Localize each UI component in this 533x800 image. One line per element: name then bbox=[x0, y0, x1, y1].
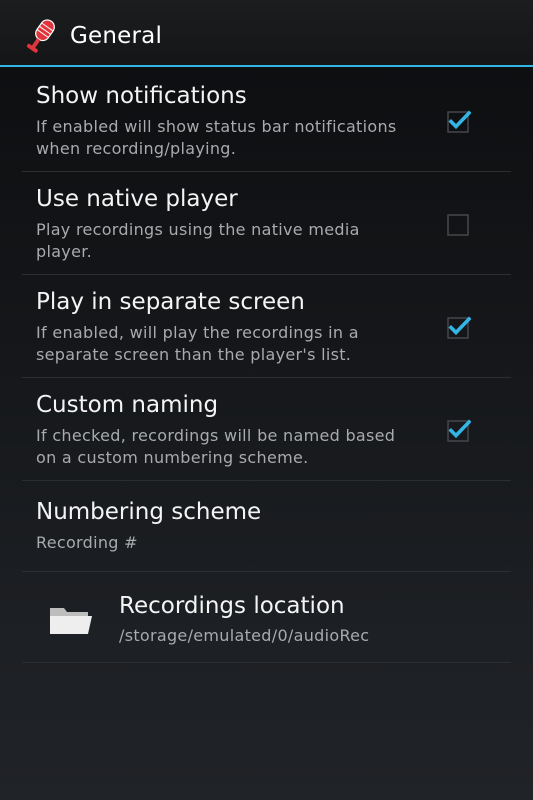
pref-title: Custom naming bbox=[36, 392, 219, 418]
pref-summary: If checked, recordings will be named bas… bbox=[36, 426, 396, 467]
pref-recordings-location[interactable]: Recordings location /storage/emulated/0/… bbox=[0, 572, 533, 663]
pref-numbering-scheme[interactable]: Numbering scheme Recording # bbox=[0, 481, 533, 572]
checkmark-icon bbox=[447, 110, 471, 133]
preferences-list: Show notifications If enabled will show … bbox=[0, 69, 533, 663]
checkmark-icon bbox=[447, 316, 471, 339]
divider bbox=[22, 662, 511, 663]
show-notifications-checkbox[interactable] bbox=[447, 109, 471, 133]
page-title: General bbox=[70, 23, 163, 49]
folder-icon bbox=[50, 608, 92, 634]
action-bar: General bbox=[0, 0, 533, 67]
action-bar-divider bbox=[0, 65, 533, 67]
play-in-separate-screen-checkbox[interactable] bbox=[447, 315, 471, 339]
pref-show-notifications[interactable]: Show notifications If enabled will show … bbox=[0, 69, 533, 172]
pref-title: Play in separate screen bbox=[36, 289, 305, 315]
custom-naming-checkbox[interactable] bbox=[447, 418, 471, 442]
microphone-icon[interactable] bbox=[24, 16, 58, 56]
pref-title: Use native player bbox=[36, 186, 238, 212]
pref-summary: If enabled, will play the recordings in … bbox=[36, 323, 359, 364]
pref-title: Show notifications bbox=[36, 83, 247, 109]
use-native-player-checkbox[interactable] bbox=[447, 212, 471, 236]
pref-use-native-player[interactable]: Use native player Play recordings using … bbox=[0, 172, 533, 275]
unchecked-box-icon bbox=[447, 214, 469, 236]
checkmark-icon bbox=[447, 419, 471, 442]
pref-summary: If enabled will show status bar notifica… bbox=[36, 117, 397, 158]
pref-title: Recordings location bbox=[119, 593, 345, 619]
pref-summary: Play recordings using the native media p… bbox=[36, 220, 360, 261]
pref-play-in-separate-screen[interactable]: Play in separate screen If enabled, will… bbox=[0, 275, 533, 378]
pref-summary: /storage/emulated/0/audioRec bbox=[119, 626, 370, 645]
pref-custom-naming[interactable]: Custom naming If checked, recordings wil… bbox=[0, 378, 533, 481]
pref-summary: Recording # bbox=[36, 533, 138, 552]
pref-title: Numbering scheme bbox=[36, 499, 262, 525]
